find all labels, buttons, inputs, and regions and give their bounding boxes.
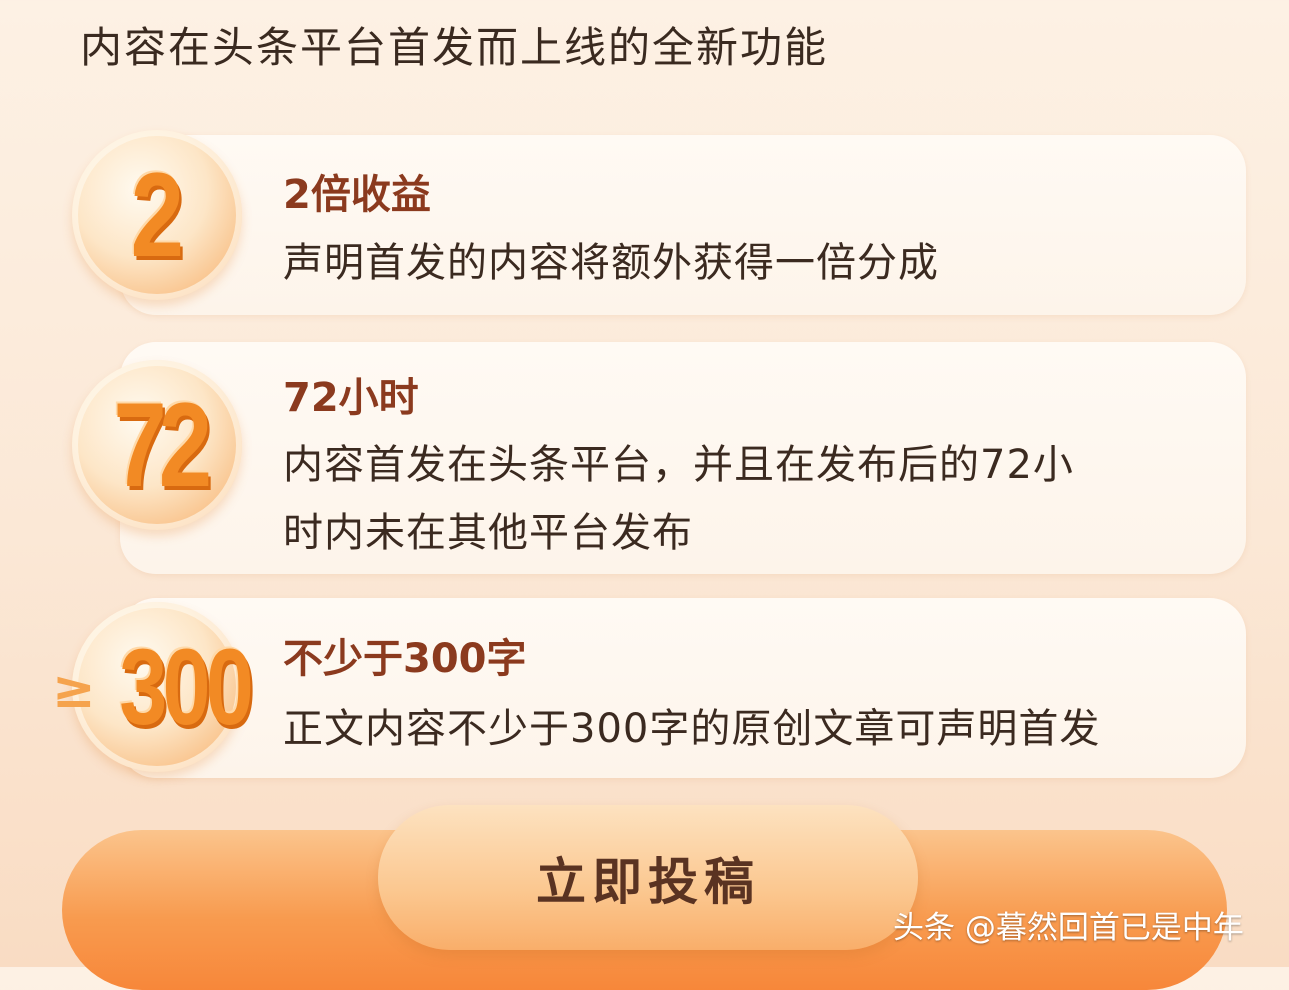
feature-title: 2倍收益 (283, 172, 431, 218)
feature-title: 不少于300字 (283, 636, 527, 682)
badge-300-icon: 300 (72, 602, 254, 772)
submit-button-label: 立即投稿 (536, 852, 760, 911)
feature-description-line-2: 时内未在其他平台发布 (283, 510, 693, 556)
feature-description-line-1: 内容首发在头条平台，并且在发布后的72小 (283, 442, 1074, 488)
submit-button[interactable]: 立即投稿 (378, 805, 918, 950)
badge-number: 2 (130, 148, 184, 282)
watermark: 头条 @暮然回首已是中年 (893, 910, 1244, 946)
feature-title: 72小时 (283, 375, 419, 421)
badge-2x-icon: 2 (72, 130, 242, 300)
feature-description: 正文内容不少于300字的原创文章可声明首发 (283, 706, 1101, 752)
intro-text: 内容在头条平台首发而上线的全新功能 (80, 23, 829, 72)
badge-72-icon: 72 (72, 360, 242, 530)
feature-description: 声明首发的内容将额外获得一倍分成 (283, 240, 939, 286)
greater-equal-icon: ≥ (52, 660, 96, 720)
badge-number: 72 (113, 378, 213, 512)
badge-number: 300 (119, 626, 254, 747)
